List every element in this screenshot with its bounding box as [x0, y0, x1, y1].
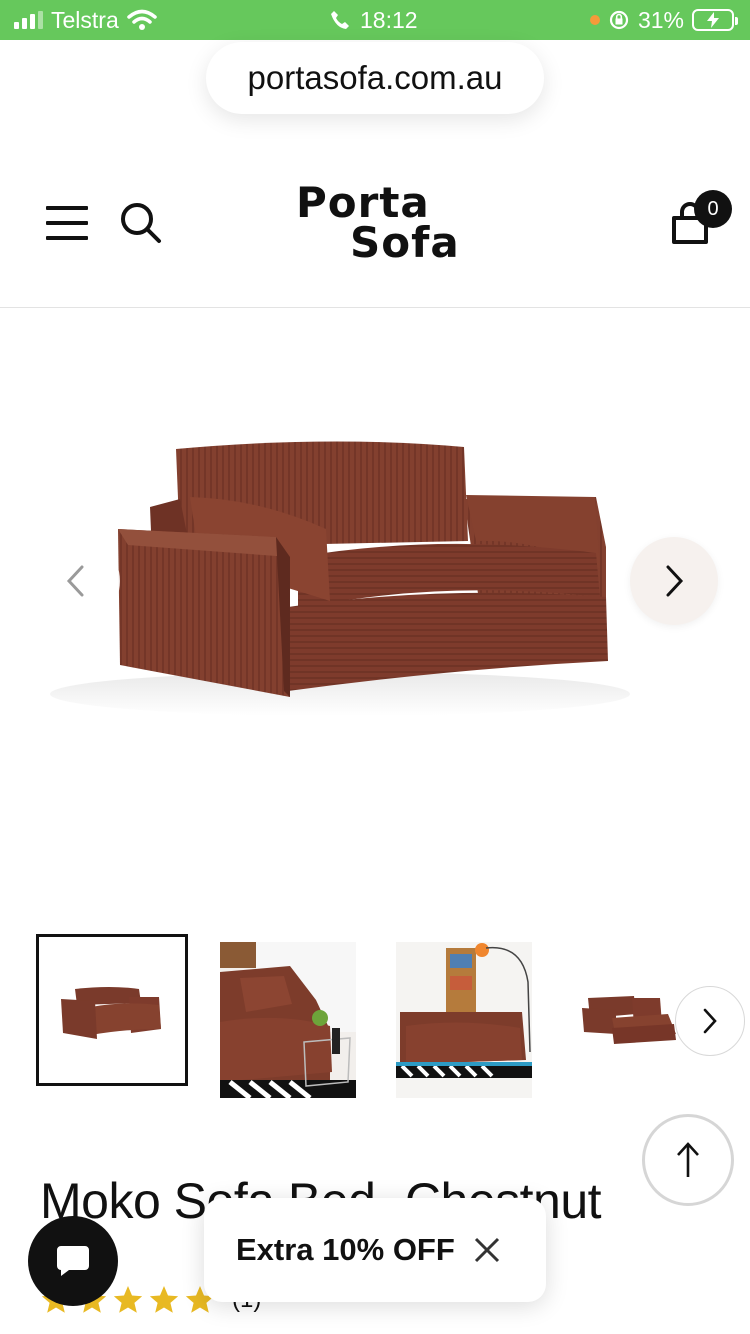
thumbnail-1-active[interactable] [36, 934, 188, 1086]
chevron-right-icon [703, 1008, 717, 1034]
product-image-sofa [50, 441, 630, 716]
address-bar[interactable]: portasofa.com.au [206, 42, 544, 114]
close-icon[interactable] [473, 1236, 501, 1264]
status-center: 18:12 [330, 0, 418, 40]
chat-button[interactable] [28, 1216, 118, 1306]
carrier-label: Telstra [51, 6, 119, 33]
arrow-up-icon [677, 1142, 699, 1177]
menu-icon[interactable] [46, 206, 88, 240]
thumbnail-2[interactable] [220, 942, 356, 1098]
thumbnail-next-button[interactable] [675, 986, 745, 1056]
chat-icon [57, 1246, 89, 1276]
address-bar-url: portasofa.com.au [247, 59, 503, 96]
scroll-to-top-button[interactable] [642, 1114, 734, 1206]
recording-dot [589, 15, 600, 25]
promo-text[interactable]: Extra 10% OFF [236, 1232, 455, 1268]
wifi-icon [127, 9, 157, 30]
status-right: 31% [589, 0, 738, 40]
product-gallery-main[interactable] [0, 309, 750, 909]
orientation-lock-icon [609, 10, 629, 30]
thumbnail-3[interactable] [396, 942, 532, 1098]
phone-icon [331, 11, 349, 29]
thumbnail-strip [0, 930, 750, 1105]
status-left: Telstra [14, 0, 157, 40]
signal-icon [14, 11, 43, 29]
gallery-prev-button[interactable] [32, 537, 120, 625]
star-icon [149, 1286, 179, 1313]
cart-count-badge[interactable]: 0 [694, 190, 732, 228]
site-logo[interactable]: Porta Sofa [290, 178, 460, 268]
battery-charging-icon [692, 9, 738, 31]
search-icon[interactable] [118, 200, 164, 246]
chevron-left-icon [66, 565, 84, 597]
promo-popup[interactable]: Extra 10% OFF [204, 1198, 546, 1302]
logo-text-sofa: Sofa [350, 218, 460, 267]
status-bar: Telstra 18:12 31% [0, 0, 750, 40]
star-icon [113, 1286, 143, 1313]
site-header: Porta Sofa 0 [0, 150, 750, 308]
chevron-right-icon [666, 565, 684, 597]
thumbnail-4[interactable] [572, 942, 692, 1098]
gallery-next-button[interactable] [630, 537, 718, 625]
clock: 18:12 [360, 6, 418, 33]
battery-percent: 31% [637, 6, 684, 33]
